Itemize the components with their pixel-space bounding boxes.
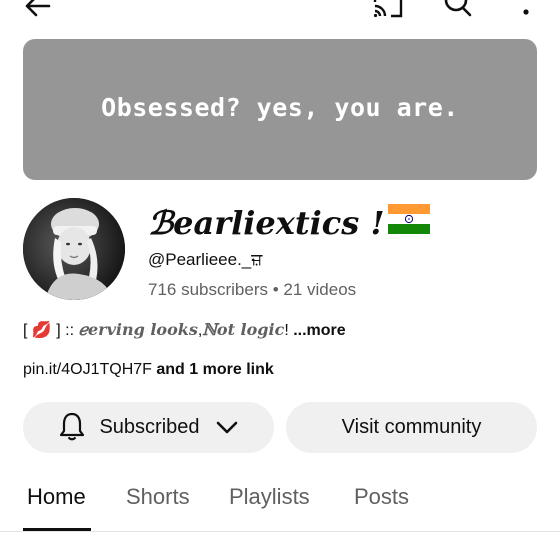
chevron-down-icon	[216, 418, 238, 441]
tab-home[interactable]: Home	[27, 484, 86, 510]
pin-link[interactable]: pin.it/4OJ1TQH7F	[23, 361, 152, 378]
channel-description[interactable]: [ 💋 ] :: ℯerving looks,ℕot logic! ...mor…	[23, 320, 346, 340]
channel-links[interactable]: pin.it/4OJ1TQH7F and 1 more link	[23, 361, 274, 379]
desc-open: [	[23, 322, 32, 339]
channel-stats: 716 subscribers • 21 videos	[148, 280, 357, 299]
tab-shorts[interactable]: Shorts	[126, 484, 190, 510]
more-link[interactable]: ...more	[289, 322, 345, 339]
subscribed-button[interactable]: Subscribed	[23, 402, 274, 453]
back-arrow-icon[interactable]	[20, 0, 56, 20]
tab-playlists[interactable]: Playlists	[229, 484, 310, 510]
avatar[interactable]	[23, 198, 125, 300]
channel-handle: @Pearlieee._ਜ਼	[148, 250, 263, 269]
channel-banner: Obsessed? yes, you are.	[23, 39, 537, 180]
banner-text: Obsessed? yes, you are.	[101, 93, 459, 122]
tabs-divider	[0, 531, 560, 532]
cast-icon[interactable]	[370, 0, 406, 20]
india-flag-icon	[388, 203, 431, 243]
desc-close: ] ::	[51, 322, 79, 339]
desc-bold-1: ℯerving looks	[78, 320, 198, 339]
subscribed-label: Subscribed	[99, 416, 200, 438]
desc-bold-2: ℕot logic	[202, 320, 285, 339]
channel-name: ℬearliextics !	[148, 203, 431, 243]
channel-name-text: ℬearliextics !	[148, 204, 385, 242]
search-icon[interactable]	[440, 0, 476, 20]
tab-posts[interactable]: Posts	[354, 484, 409, 510]
kiss-emoji: 💋	[31, 322, 52, 339]
channel-tabs: Home Shorts Playlists Posts	[0, 470, 560, 532]
visit-community-label: Visit community	[341, 416, 482, 438]
more-links[interactable]: and 1 more link	[152, 361, 273, 378]
bell-icon	[59, 411, 85, 447]
more-vertical-icon[interactable]	[508, 0, 544, 20]
visit-community-button[interactable]: Visit community	[286, 402, 537, 453]
